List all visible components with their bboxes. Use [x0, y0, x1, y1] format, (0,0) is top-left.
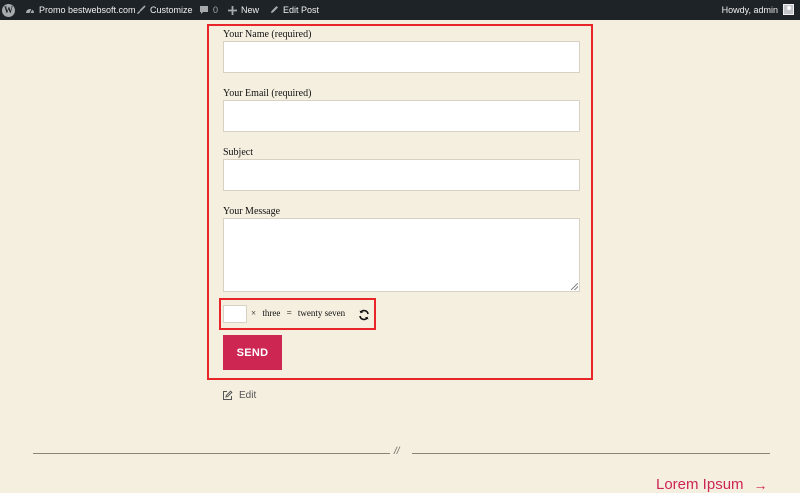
email-label: Your Email (required)	[223, 88, 312, 99]
next-post-title: Lorem Ipsum	[656, 476, 744, 493]
resize-handle-icon[interactable]	[571, 283, 578, 290]
avatar[interactable]	[783, 4, 794, 15]
next-post-link[interactable]: Lorem Ipsum →	[656, 476, 768, 493]
comments-count: 0	[213, 5, 219, 15]
customize-label: Customize	[150, 5, 193, 15]
send-button[interactable]: SEND	[223, 335, 282, 370]
edit-label: Edit	[239, 390, 257, 401]
comment-icon	[199, 5, 209, 15]
captcha-result: twenty seven	[297, 308, 346, 318]
customize-link[interactable]: Customize	[136, 0, 193, 20]
divider-mark: //	[394, 446, 400, 457]
refresh-captcha-icon[interactable]	[358, 308, 370, 321]
subject-field[interactable]	[223, 159, 580, 191]
plus-icon	[228, 5, 237, 15]
brush-icon	[136, 5, 146, 15]
name-field[interactable]	[223, 41, 580, 73]
email-field[interactable]	[223, 100, 580, 132]
site-name-link[interactable]: Promo bestwebsoft.com	[25, 0, 136, 20]
new-content-link[interactable]: New	[228, 0, 259, 20]
dashboard-icon	[25, 5, 35, 15]
wordpress-logo-icon[interactable]: W	[2, 0, 15, 20]
admin-bar: W Promo bestwebsoft.com Customize 0 New …	[0, 0, 800, 20]
captcha-operand: three	[262, 308, 281, 318]
edit-link[interactable]: Edit	[222, 390, 256, 401]
captcha-operator: ×	[251, 308, 257, 318]
edit-post-label: Edit Post	[283, 5, 320, 15]
divider-line-left	[33, 453, 390, 454]
message-field[interactable]	[223, 218, 580, 292]
new-label: New	[241, 5, 260, 15]
captcha-answer-input[interactable]	[223, 305, 247, 323]
subject-label: Subject	[223, 147, 253, 158]
message-label: Your Message	[223, 206, 281, 217]
captcha-question: × three = twenty seven	[251, 308, 349, 318]
edit-post-link[interactable]: Edit Post	[269, 0, 319, 20]
name-label: Your Name (required)	[223, 29, 312, 40]
edit-icon	[223, 390, 233, 400]
arrow-right-icon: →	[753, 476, 768, 493]
howdy-label: Howdy, admin	[721, 5, 778, 15]
divider-line-right	[412, 453, 770, 454]
comments-link[interactable]: 0	[199, 0, 218, 20]
pencil-icon	[269, 5, 279, 15]
site-name-label: Promo bestwebsoft.com	[39, 5, 136, 15]
captcha-equals: =	[286, 308, 292, 318]
account-menu[interactable]: Howdy, admin	[722, 0, 778, 20]
